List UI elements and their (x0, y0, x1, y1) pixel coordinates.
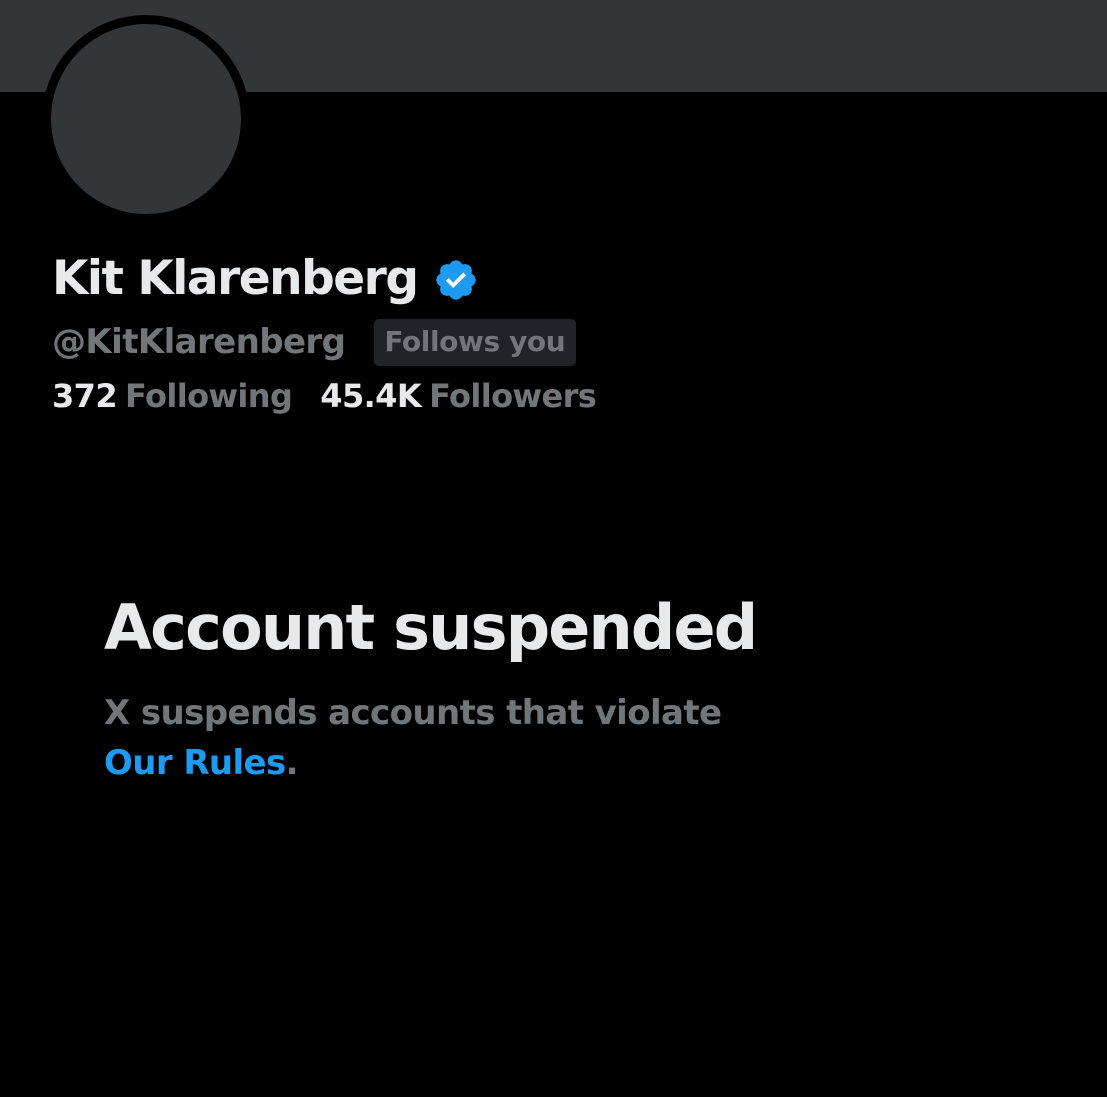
following-count: 372 (52, 377, 118, 415)
display-name: Kit Klarenberg (52, 251, 419, 306)
followers-label: Followers (429, 377, 597, 415)
suspension-notice: Account suspended X suspends accounts th… (104, 588, 1004, 788)
suspension-message: X suspends accounts that violate Our Rul… (104, 688, 864, 788)
followers-count: 45.4K (320, 377, 422, 415)
profile-header: Kit Klarenberg @KitKlarenberg Follows yo… (52, 243, 1052, 422)
following-label: Following (125, 377, 293, 415)
suspension-title: Account suspended (104, 591, 758, 664)
avatar[interactable] (42, 15, 250, 223)
verified-badge-icon[interactable] (433, 257, 479, 303)
followers-link[interactable]: 45.4K Followers (320, 377, 597, 415)
follows-you-badge: Follows you (374, 318, 577, 366)
our-rules-link[interactable]: Our Rules (104, 743, 286, 783)
user-handle: @KitKlarenberg (52, 322, 346, 362)
follow-stats: 372 Following 45.4K Followers (52, 370, 1052, 422)
name-row: Kit Klarenberg (52, 243, 1052, 315)
handle-row: @KitKlarenberg Follows you (52, 314, 1052, 370)
following-link[interactable]: 372 Following (52, 377, 293, 415)
suspension-message-period: . (285, 743, 299, 783)
suspension-message-text: X suspends accounts that violate (104, 693, 722, 733)
